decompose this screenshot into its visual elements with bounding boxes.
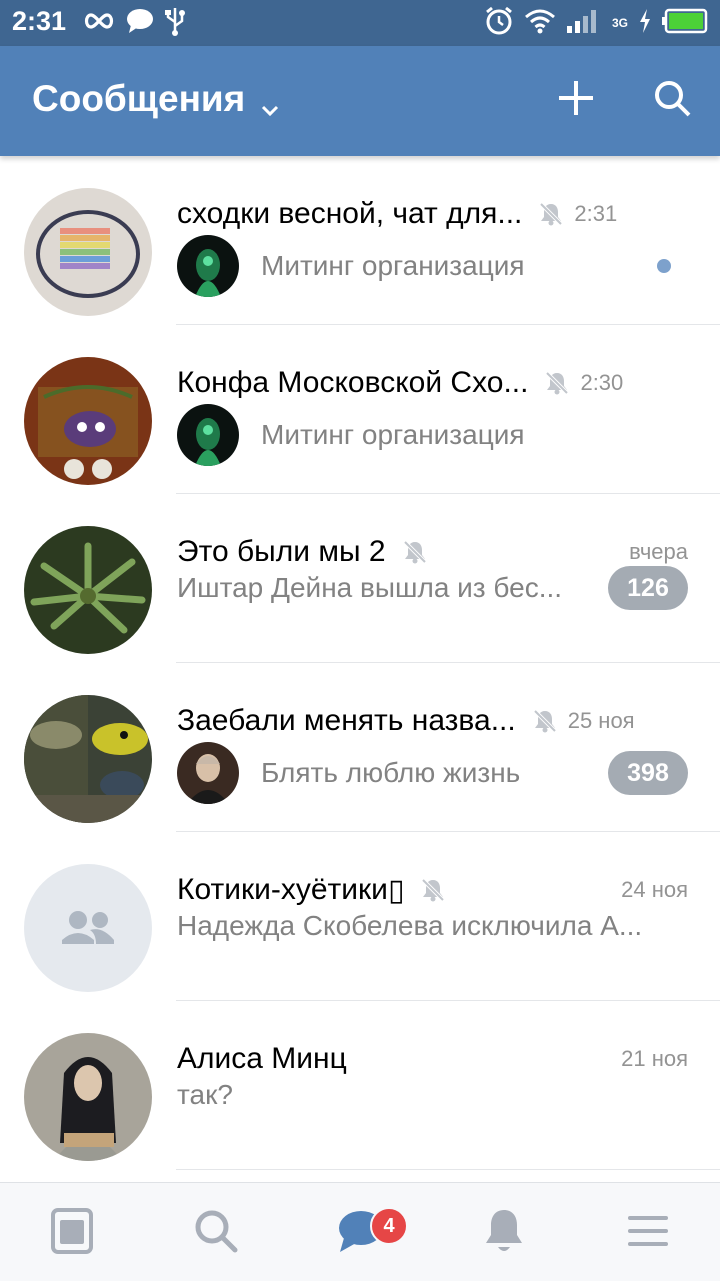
muted-icon — [420, 877, 446, 903]
dialog-row[interactable]: Алиса Минц 21 ноя так? — [0, 1001, 720, 1170]
sender-avatar — [177, 404, 239, 466]
messages-badge: 4 — [370, 1207, 408, 1245]
avatar — [24, 526, 152, 654]
dialog-title: Заебали менять назва... — [177, 704, 516, 737]
dialog-title: Конфа Московской Схо... — [177, 366, 529, 399]
charging-icon — [638, 8, 652, 39]
dialog-time: 24 ноя — [621, 877, 688, 902]
sender-avatar — [177, 742, 239, 804]
infinity-icon — [82, 11, 116, 36]
dialog-row[interactable]: Конфа Московской Схо... 2:30 Митинг орга… — [0, 325, 720, 494]
wifi-icon — [524, 8, 556, 39]
usb-icon — [164, 6, 186, 41]
muted-icon — [402, 539, 428, 565]
last-message: Блять люблю жизнь — [261, 757, 521, 788]
status-bar: 2:31 3G — [0, 0, 720, 46]
last-message: Надежда Скобелева исключила А... — [177, 910, 643, 941]
unread-indicator — [657, 259, 671, 273]
sender-avatar — [177, 235, 239, 297]
dialog-time: 2:30 — [580, 370, 624, 395]
dialog-row[interactable]: сходки весной, чат для... 2:31 Митинг ор… — [0, 156, 720, 325]
app-header: Сообщения — [0, 46, 720, 156]
dialog-list[interactable]: сходки весной, чат для... 2:31 Митинг ор… — [0, 156, 720, 1182]
last-message: Иштар Дейна вышла из бес... — [177, 572, 563, 603]
dialog-row[interactable]: Это были мы 2 вчера Иштар Дейна вышла из… — [0, 494, 720, 663]
bottom-nav: 4 — [0, 1182, 720, 1281]
last-message: так? — [177, 1079, 233, 1110]
dialog-time: 25 ноя — [567, 708, 635, 733]
alarm-icon — [484, 6, 514, 41]
dialog-time: 21 ноя — [621, 1046, 688, 1071]
chat-bubble-icon — [126, 8, 154, 39]
unread-counter: 398 — [608, 751, 688, 795]
unread-counter: 126 — [608, 566, 688, 610]
search-icon — [193, 1208, 239, 1259]
tab-menu[interactable] — [618, 1205, 678, 1261]
muted-icon — [532, 708, 558, 734]
chevron-down-icon — [259, 88, 281, 117]
avatar — [24, 357, 152, 485]
last-message: Митинг организация — [261, 419, 525, 450]
plus-icon — [556, 78, 596, 123]
dialog-row[interactable]: Котики-хуётики ▯ 24 ноя Надежда Скобелев… — [0, 832, 720, 1001]
status-time: 2:31 — [12, 6, 67, 36]
dialog-time: 2:31 — [574, 201, 618, 226]
avatar-placeholder — [24, 864, 152, 992]
news-icon — [51, 1207, 93, 1259]
signal-icon — [566, 8, 602, 39]
avatar — [24, 1033, 152, 1161]
dialog-title: сходки весной, чат для... — [177, 197, 523, 230]
search-button[interactable] — [646, 74, 698, 126]
menu-icon — [627, 1213, 669, 1254]
tab-news[interactable] — [42, 1205, 102, 1261]
avatar — [24, 695, 152, 823]
avatar — [24, 188, 152, 316]
page-title-dropdown[interactable]: Сообщения — [32, 78, 281, 120]
search-icon — [652, 78, 692, 123]
last-message: Митинг организация — [261, 250, 525, 281]
muted-icon — [538, 201, 564, 227]
dialog-time: вчера — [629, 539, 688, 564]
new-dialog-button[interactable] — [550, 74, 602, 126]
battery-icon — [662, 8, 708, 39]
notifications-icon — [483, 1207, 525, 1260]
dialog-row[interactable]: Заебали менять назва... 25 ноя Блять люб… — [0, 663, 720, 832]
page-title: Сообщения — [32, 78, 246, 119]
muted-icon — [544, 370, 570, 396]
tab-search[interactable] — [186, 1205, 246, 1261]
tab-notifications[interactable] — [474, 1205, 534, 1261]
network-type: 3G — [611, 16, 628, 30]
